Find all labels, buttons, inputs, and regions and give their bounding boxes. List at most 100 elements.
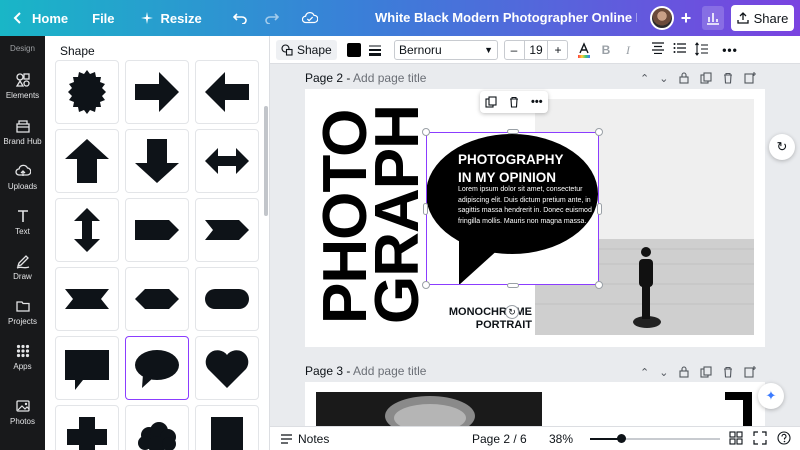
resize-handle-tl[interactable] — [422, 128, 430, 136]
duplicate-icon[interactable] — [700, 72, 712, 84]
vertical-text-graph[interactable]: GRAPH — [363, 105, 432, 324]
align-button[interactable] — [650, 42, 666, 58]
chevron-up-icon[interactable]: ⌃ — [640, 366, 649, 379]
rail-label: Brand Hub — [3, 137, 42, 146]
shape-speech-oval[interactable] — [125, 336, 189, 400]
trash-icon[interactable] — [722, 366, 734, 378]
uploads-icon — [14, 164, 31, 176]
shape-speech-rect[interactable] — [55, 336, 119, 400]
shape-pill[interactable] — [195, 267, 259, 331]
shape-arrow-up[interactable] — [55, 129, 119, 193]
shape-badge[interactable] — [55, 60, 119, 124]
rail-item-photos[interactable]: Photos — [0, 398, 45, 426]
font-size-increase-button[interactable]: + — [549, 43, 567, 57]
shape-arrow-right[interactable] — [125, 60, 189, 124]
resize-handle-bl[interactable] — [422, 281, 430, 289]
file-menu-button[interactable]: File — [84, 0, 122, 36]
shape-pentagon-tag[interactable] — [125, 198, 189, 262]
cloud-save-status[interactable] — [294, 0, 326, 36]
resize-handle-right[interactable] — [597, 203, 602, 215]
chevron-down-icon[interactable]: ⌄ — [659, 72, 668, 85]
resize-button[interactable]: Resize — [131, 0, 210, 36]
share-button[interactable]: Share — [731, 5, 794, 31]
duplicate-icon[interactable] — [700, 366, 712, 378]
lock-icon[interactable] — [678, 72, 690, 84]
home-button[interactable]: Home — [0, 0, 76, 36]
rail-item-projects[interactable]: Projects — [0, 298, 45, 326]
resize-handle-left[interactable] — [423, 203, 428, 215]
page-3-canvas[interactable] — [305, 382, 765, 426]
font-size-decrease-button[interactable]: – — [505, 43, 523, 57]
help-button[interactable] — [776, 431, 792, 447]
resize-handle-top[interactable] — [507, 129, 519, 134]
page-2-canvas[interactable]: PHOTO GRAPH PHOTOGRAPHY IN MY OPINION Lo… — [305, 89, 765, 347]
insights-button[interactable] — [702, 6, 724, 30]
document-title[interactable]: White Black Modern Photographer Online P… — [375, 0, 637, 36]
shape-ribbon[interactable] — [55, 267, 119, 331]
shape-hexagon-flat[interactable] — [125, 267, 189, 331]
shape-rectangle[interactable] — [195, 405, 259, 450]
font-family-select[interactable]: Bernoru ▼ — [394, 40, 498, 60]
add-collaborator-button[interactable]: + — [676, 8, 696, 28]
fullscreen-button[interactable] — [752, 431, 768, 447]
redo-button[interactable] — [256, 0, 288, 36]
shape-cloud[interactable] — [125, 405, 189, 450]
chevron-up-icon[interactable]: ⌃ — [640, 72, 649, 85]
trash-icon[interactable] — [508, 96, 520, 108]
shape-heart[interactable] — [195, 336, 259, 400]
text-color-button[interactable] — [576, 42, 592, 58]
zoom-slider[interactable] — [590, 434, 720, 443]
resize-handle-bottom[interactable] — [507, 283, 519, 288]
zoom-value[interactable]: 38% — [549, 432, 573, 446]
zoom-slider-knob[interactable] — [616, 434, 626, 443]
list-button[interactable] — [672, 42, 688, 58]
shape-type-button[interactable]: Shape — [276, 40, 337, 60]
undo-button[interactable] — [224, 0, 256, 36]
magic-assistant-button[interactable]: ✦ — [758, 383, 784, 409]
rotate-handle[interactable]: ↻ — [505, 305, 519, 319]
chevron-down-icon[interactable]: ⌄ — [659, 366, 668, 379]
rail-item-draw[interactable]: Draw — [0, 253, 45, 281]
bold-button[interactable]: B — [598, 42, 614, 58]
spacing-button[interactable] — [694, 42, 710, 58]
refresh-comments-button[interactable]: ↻ — [769, 134, 795, 160]
border-style-icon — [369, 45, 381, 56]
user-avatar[interactable] — [650, 6, 674, 30]
text-icon — [17, 210, 28, 222]
shape-arrow-double-horizontal[interactable] — [195, 129, 259, 193]
page-3-title-input[interactable]: Add page title — [353, 364, 426, 378]
resize-handle-br[interactable] — [595, 281, 603, 289]
rail-item-brand-hub[interactable]: Brand Hub — [0, 118, 45, 146]
more-horizontal-icon[interactable]: ••• — [531, 96, 543, 108]
rail-item-text[interactable]: Text — [0, 208, 45, 236]
border-style-button[interactable] — [367, 42, 383, 58]
notes-button[interactable]: Notes — [280, 432, 329, 446]
shape-chevron[interactable] — [195, 198, 259, 262]
add-page-icon[interactable] — [744, 366, 757, 378]
lock-icon[interactable] — [678, 366, 690, 378]
grid-view-button[interactable] — [728, 431, 744, 447]
fill-color-swatch[interactable] — [347, 43, 361, 57]
rail-label: Text — [15, 227, 30, 236]
rail-design-label[interactable]: Design — [0, 44, 45, 53]
rail-item-elements[interactable]: Elements — [0, 72, 45, 100]
rotate-icon: ↻ — [508, 307, 516, 317]
trash-icon[interactable] — [722, 72, 734, 84]
resize-handle-tr[interactable] — [595, 128, 603, 136]
font-size-value[interactable]: 19 — [524, 41, 548, 59]
shape-arrow-double-vertical[interactable] — [55, 198, 119, 262]
help-icon — [777, 431, 791, 445]
page-2-title-input[interactable]: Add page title — [353, 71, 426, 85]
page-count[interactable]: Page 2 / 6 — [472, 432, 527, 446]
shape-arrow-left[interactable] — [195, 60, 259, 124]
rail-item-apps[interactable]: Apps — [0, 343, 45, 371]
panel-scrollbar[interactable] — [264, 106, 268, 216]
shape-arrow-down[interactable] — [125, 129, 189, 193]
italic-button[interactable]: I — [620, 42, 636, 58]
duplicate-icon[interactable] — [485, 96, 497, 108]
rail-item-uploads[interactable]: Uploads — [0, 163, 45, 191]
shape-cross[interactable] — [55, 405, 119, 450]
add-page-icon[interactable] — [744, 72, 757, 84]
rail-label: Uploads — [7, 182, 38, 191]
more-options-button[interactable]: ••• — [722, 42, 738, 58]
